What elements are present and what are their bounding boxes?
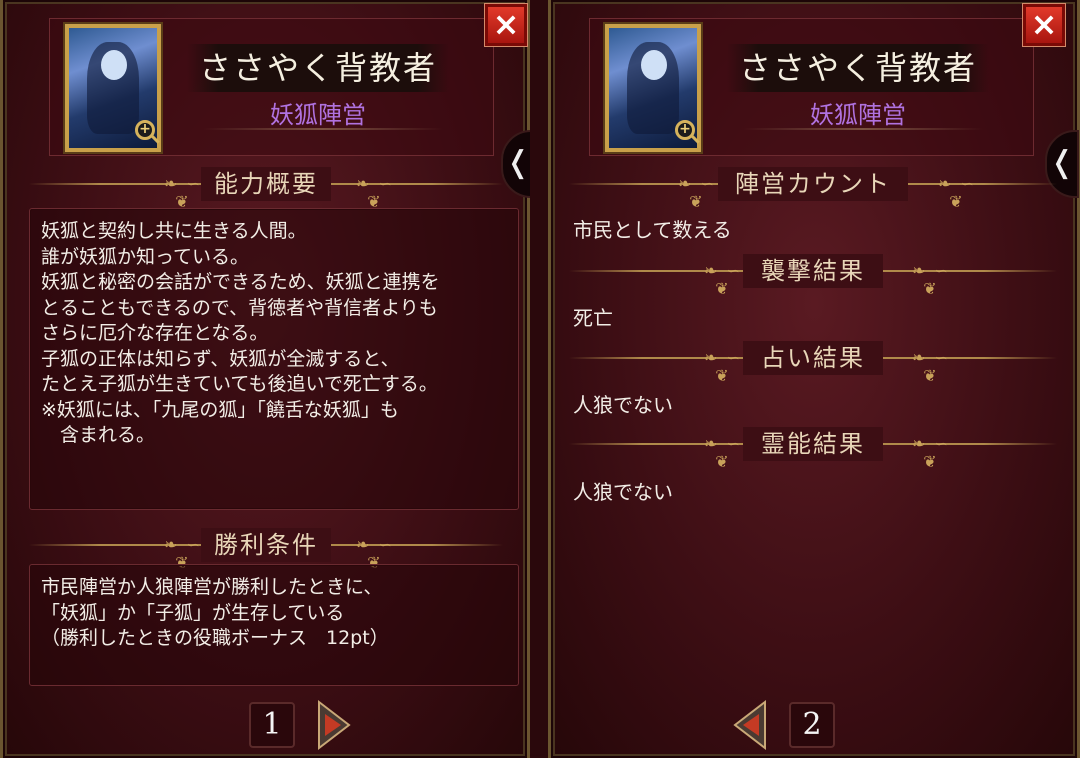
faction-count-value: 市民として数える — [573, 218, 732, 242]
ability-line: 誰が妖狐か知っている。 — [41, 245, 250, 268]
victory-title-text: 勝利条件 — [214, 531, 318, 559]
role-card-page-1: + ささやく背教者 妖狐陣営 × ❬ 能力概要 妖狐と契約し共に生きる人間。 誰… — [0, 0, 535, 758]
faction-label: 妖狐陣営 — [810, 101, 906, 129]
faction-label: 妖狐陣営 — [270, 101, 366, 129]
attack-result-value: 死亡 — [573, 306, 613, 330]
ability-line: とることもできるので、背徳者や背信者よりも — [41, 296, 438, 319]
ability-line: ※妖狐には、「九尾の狐」「饒舌な妖狐」も — [41, 398, 399, 421]
zoom-icon[interactable]: + — [135, 120, 155, 140]
ability-line: 妖狐と契約し共に生きる人間。 — [41, 220, 307, 242]
ability-description-box: 妖狐と契約し共に生きる人間。 誰が妖狐か知っている。 妖狐と秘密の会話ができるた… — [29, 208, 519, 510]
victory-line: 市民陣営か人狼陣営が勝利したときに、 — [41, 576, 383, 598]
section-title-text: 襲撃結果 — [761, 257, 865, 285]
portrait-face-shape — [641, 50, 667, 80]
previous-page-arrow-icon[interactable] — [733, 700, 769, 750]
divination-result-value: 人狼でない — [573, 393, 673, 417]
faction-count-section-title: 陣営カウント — [569, 167, 1057, 201]
section-title-text: 霊能結果 — [761, 430, 865, 458]
role-name: ささやく背教者 — [727, 44, 989, 92]
ability-section-title: 能力概要 — [29, 167, 503, 201]
ability-title-text: 能力概要 — [214, 170, 318, 198]
attack-result-section-title: 襲撃結果 — [569, 254, 1057, 288]
next-page-arrow-icon[interactable] — [315, 700, 351, 750]
panel-divider — [530, 0, 548, 758]
ability-line: 子狐の正体は知らず、妖狐が全滅すると、 — [41, 347, 400, 370]
ability-line: さらに厄介な存在となる。 — [41, 322, 269, 344]
close-button[interactable]: × — [485, 4, 527, 46]
zoom-icon[interactable]: + — [675, 120, 695, 140]
section-title-text: 占い結果 — [761, 344, 865, 372]
victory-line: （勝利したときの役職ボーナス 12pt） — [41, 627, 389, 649]
victory-condition-box: 市民陣営か人狼陣営が勝利したときに、 「妖狐」か「子狐」が生存している （勝利し… — [29, 564, 519, 686]
ornament-right-icon — [903, 262, 959, 280]
role-name: ささやく背教者 — [187, 44, 449, 92]
ornament-right-icon — [903, 349, 959, 367]
victory-line: 「妖狐」か「子狐」が生存している — [41, 601, 345, 624]
victory-section-title: 勝利条件 — [29, 528, 503, 562]
role-card-page-2: + ささやく背教者 妖狐陣営 × ❬ 陣営カウント 市民として数える 襲撃結果 … — [548, 0, 1080, 758]
ornament-right-icon — [347, 536, 403, 554]
close-button[interactable]: × — [1023, 4, 1065, 46]
ornament-right-icon — [903, 435, 959, 453]
section-title-text: 陣営カウント — [735, 170, 891, 198]
ornament-right-icon — [929, 175, 985, 193]
divination-result-section-title: 占い結果 — [569, 341, 1057, 375]
ability-line: たとえ子狐が生きていても後追いで死亡する。 — [41, 373, 438, 395]
ability-line: 妖狐と秘密の会話ができるため、妖狐と連携を — [41, 271, 440, 293]
page-number: 2 — [789, 702, 835, 748]
medium-result-section-title: 霊能結果 — [569, 427, 1057, 461]
ability-line: 含まれる。 — [41, 424, 156, 446]
page-number: 1 — [249, 702, 295, 748]
portrait-face-shape — [101, 50, 127, 80]
medium-result-value: 人狼でない — [573, 480, 673, 504]
ornament-left-icon — [669, 175, 725, 193]
ornament-right-icon — [347, 175, 403, 193]
